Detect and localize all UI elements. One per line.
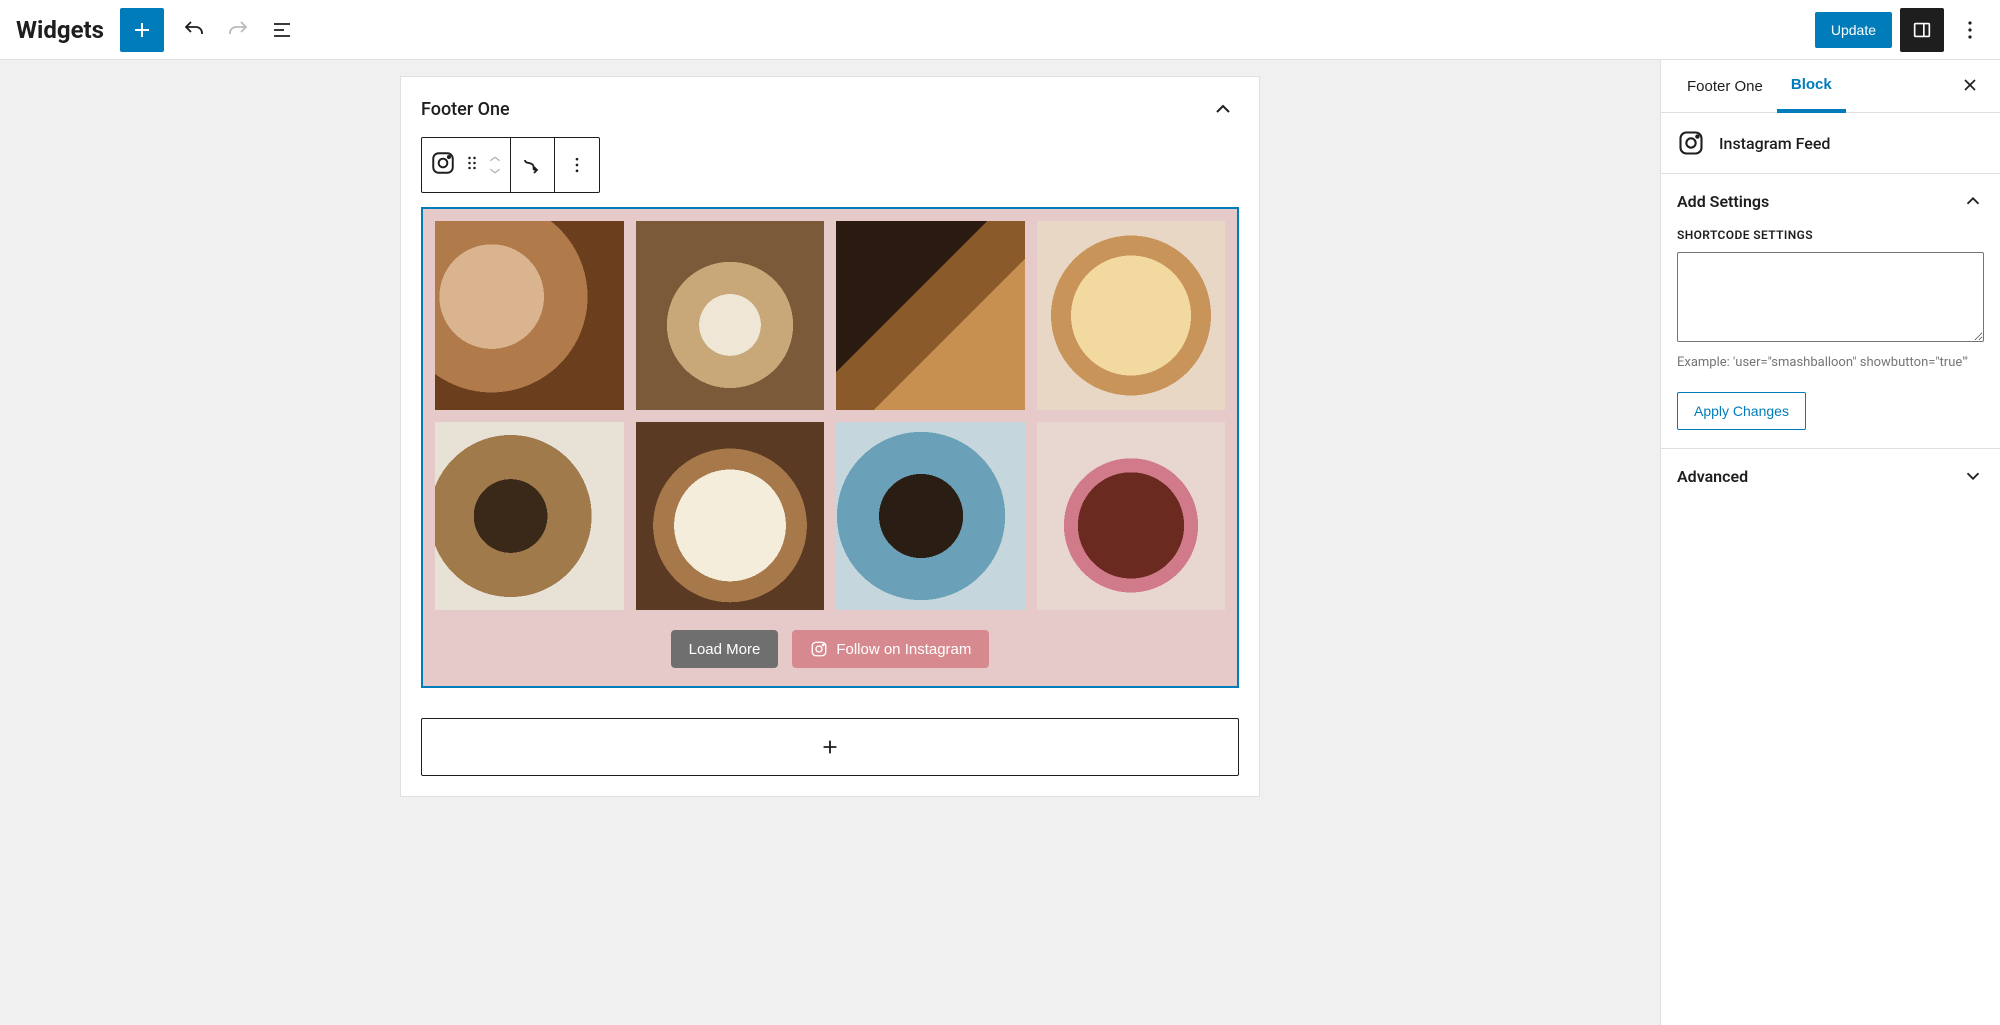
chevron-down-icon [488, 166, 502, 176]
plus-icon [130, 18, 154, 42]
add-block-button[interactable] [120, 8, 164, 52]
close-sidebar-button[interactable] [1952, 67, 1988, 106]
more-vertical-icon [1958, 18, 1982, 42]
panel-toggle-advanced[interactable]: Advanced [1661, 449, 2000, 503]
chevron-up-icon [1211, 97, 1235, 121]
follow-label: Follow on Instagram [836, 641, 971, 658]
page-title: Widgets [16, 16, 104, 44]
feed-image[interactable] [836, 422, 1025, 611]
feed-image[interactable] [1037, 221, 1226, 410]
block-more-options[interactable] [555, 138, 599, 192]
more-vertical-icon [567, 155, 587, 175]
tab-block[interactable]: Block [1777, 60, 1846, 113]
editor-canvas: Footer One [0, 60, 1660, 1025]
block-card: Instagram Feed [1661, 113, 2000, 173]
move-up-down[interactable] [488, 154, 502, 176]
panel-add-settings: Add Settings SHORTCODE SETTINGS Example:… [1661, 173, 2000, 448]
collapse-area-button[interactable] [1207, 93, 1239, 125]
tab-widget-area[interactable]: Footer One [1673, 62, 1777, 111]
instagram-icon [1677, 129, 1705, 157]
widget-area-footer-one: Footer One [400, 76, 1260, 797]
chevron-down-icon [1962, 465, 1984, 487]
undo-button[interactable] [172, 8, 216, 52]
shortcode-hint: Example: 'user="smashballoon" showbutton… [1677, 354, 1984, 372]
feed-image[interactable] [435, 221, 624, 410]
settings-sidebar: Footer One Block Instagram Feed Add Sett… [1660, 60, 2000, 1025]
chevron-up-icon [488, 154, 502, 164]
shortcode-settings-input[interactable] [1677, 252, 1984, 342]
block-name: Instagram Feed [1719, 134, 1830, 153]
widget-area-title: Footer One [421, 99, 510, 120]
feed-image[interactable] [636, 422, 825, 611]
drag-handle-icon[interactable] [462, 153, 482, 177]
chevron-up-icon [1962, 190, 1984, 212]
feed-image[interactable] [636, 221, 825, 410]
apply-changes-button[interactable]: Apply Changes [1677, 392, 1806, 430]
instagram-icon [810, 640, 828, 658]
undo-icon [182, 18, 206, 42]
redo-button[interactable] [216, 8, 260, 52]
feed-grid [435, 221, 1225, 610]
settings-panel-toggle[interactable] [1900, 8, 1944, 52]
more-options-button[interactable] [1948, 8, 1992, 52]
redo-icon [226, 18, 250, 42]
panel-toggle-add-settings[interactable]: Add Settings [1661, 174, 2000, 228]
move-icon [521, 153, 545, 177]
feed-image[interactable] [836, 221, 1025, 410]
block-toolbar [421, 137, 600, 193]
close-icon [1960, 75, 1980, 95]
instagram-icon[interactable] [430, 150, 456, 180]
block-appender[interactable] [421, 718, 1239, 776]
load-more-button[interactable]: Load More [671, 630, 779, 668]
panel-advanced: Advanced [1661, 448, 2000, 503]
update-button[interactable]: Update [1815, 12, 1892, 48]
feed-image[interactable] [435, 422, 624, 611]
sidebar-icon [1911, 19, 1933, 41]
top-toolbar: Widgets Update [0, 0, 2000, 60]
plus-icon [819, 736, 841, 758]
follow-instagram-button[interactable]: Follow on Instagram [792, 630, 989, 668]
feed-image[interactable] [1037, 422, 1226, 611]
list-view-icon [270, 18, 294, 42]
instagram-feed-block[interactable]: Load More Follow on Instagram [421, 207, 1239, 688]
list-view-button[interactable] [260, 8, 304, 52]
move-to-area-button[interactable] [511, 138, 555, 192]
shortcode-settings-label: SHORTCODE SETTINGS [1677, 228, 1984, 242]
